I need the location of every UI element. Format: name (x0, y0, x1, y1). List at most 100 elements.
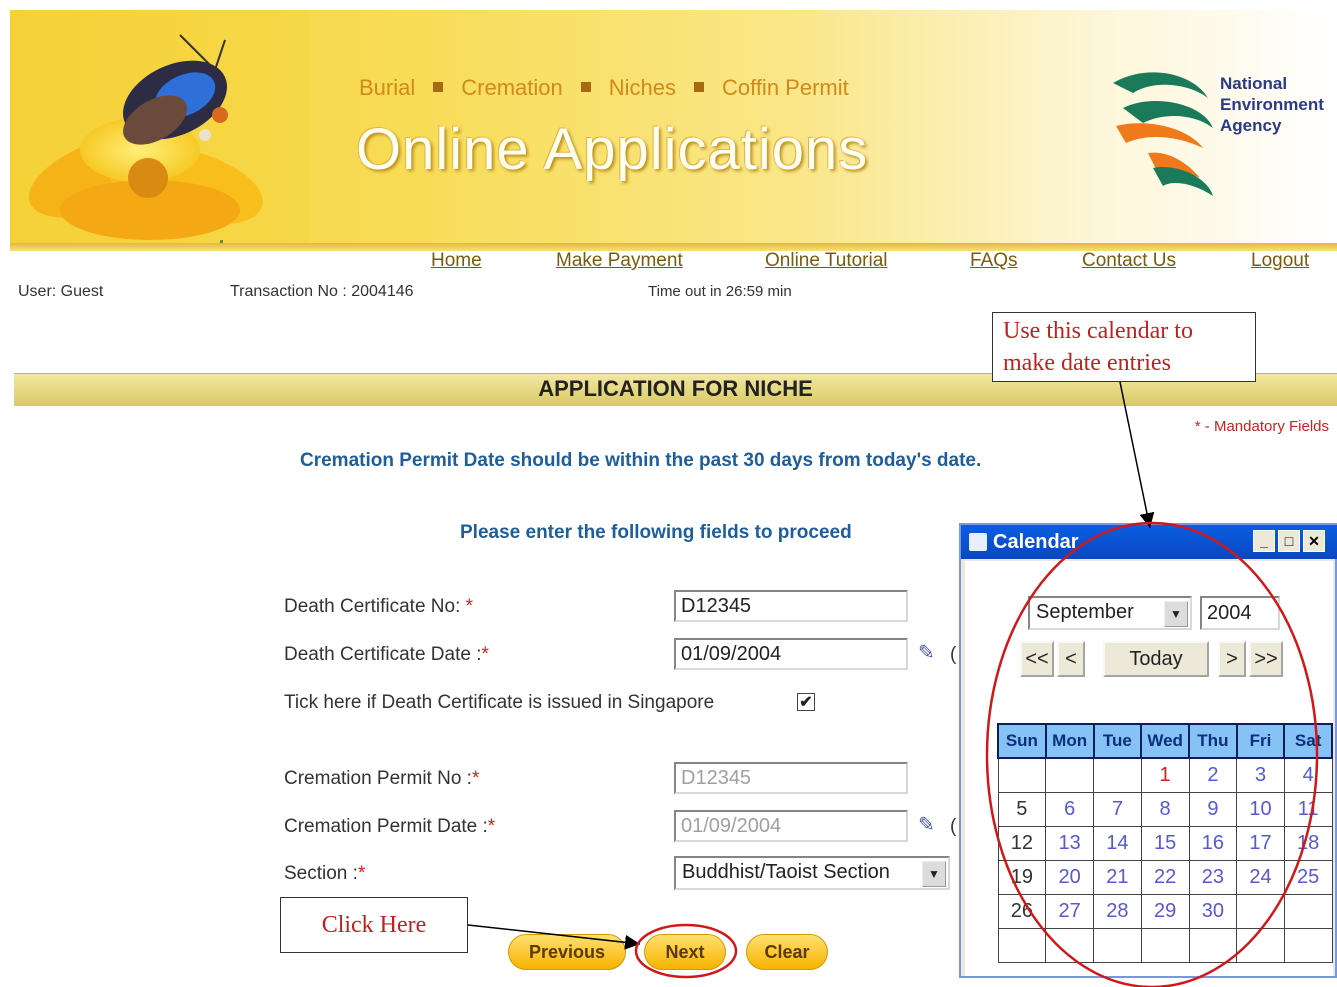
calendar-day[interactable]: 6 (1045, 792, 1095, 827)
label-text: Death Certificate Date : (284, 644, 482, 665)
user-label: User: Guest (18, 283, 104, 300)
paren-text: ( (950, 644, 957, 665)
menu-make-payment-link[interactable]: Make Payment (556, 250, 683, 272)
calendar-titlebar[interactable]: Calendar _ □ ✕ (961, 525, 1337, 559)
nav-coffin-permit: Coffin Permit (721, 75, 849, 100)
nav-burial: Burial (359, 75, 416, 100)
death-cert-no-input[interactable] (674, 590, 908, 622)
dropdown-arrow-icon[interactable]: ▼ (922, 861, 946, 887)
day-header: Mon (1044, 723, 1095, 759)
calendar-day[interactable]: 28 (1093, 894, 1142, 929)
next-button[interactable]: Next (644, 934, 726, 970)
nea-logo-icon (1113, 72, 1213, 196)
death-cert-date-input[interactable] (674, 638, 908, 670)
calendar-week-row: 5 6 7 8 9 10 11 (997, 792, 1333, 827)
calendar-day[interactable]: 24 (1236, 860, 1285, 895)
calendar-day[interactable]: 10 (1236, 792, 1285, 827)
singapore-tick-label: Tick here if Death Certificate is issued… (284, 692, 715, 713)
click-here-annotation: Click Here (280, 897, 468, 953)
calendar-day[interactable]: 14 (1093, 826, 1142, 861)
next-month-button[interactable]: > (1218, 641, 1246, 677)
singapore-checkbox[interactable]: ✔ (797, 693, 815, 711)
calendar-day[interactable]: 22 (1140, 860, 1190, 895)
calendar-week-row: 26 27 28 29 30 (997, 894, 1333, 929)
square-bullet-icon (433, 82, 444, 92)
year-input[interactable] (1200, 596, 1280, 630)
calendar-week-row: 19 20 21 22 23 24 25 (997, 860, 1333, 895)
maximize-icon[interactable]: □ (1278, 530, 1300, 552)
calendar-window-title: Calendar (993, 531, 1079, 553)
calendar-day[interactable]: 1 (1140, 757, 1190, 793)
calendar-empty-cell (1140, 928, 1190, 963)
calendar-empty-cell (1188, 928, 1238, 963)
calendar-day[interactable]: 18 (1283, 826, 1333, 861)
minimize-icon[interactable]: _ (1253, 530, 1275, 552)
clear-button[interactable]: Clear (746, 934, 828, 970)
calendar-day[interactable]: 20 (1045, 860, 1095, 895)
calendar-week-row (997, 928, 1333, 963)
calendar-empty-cell (1283, 894, 1333, 929)
calendar-empty-cell (1236, 894, 1285, 929)
required-mark: * (487, 816, 496, 837)
calendar-day[interactable]: 23 (1188, 860, 1238, 895)
first-year-button[interactable]: << (1020, 641, 1054, 677)
section-select[interactable]: Buddhist/Taoist Section ▼ (674, 856, 950, 890)
menu-contact-us-link[interactable]: Contact Us (1082, 250, 1176, 272)
calendar-picker-icon[interactable]: ✎ (918, 640, 935, 665)
session-timeout: Time out in 26:59 min (648, 283, 792, 300)
cremation-permit-no-label: Cremation Permit No :* (284, 768, 479, 790)
menu-logout-link[interactable]: Logout (1251, 250, 1309, 272)
required-mark: * (481, 644, 489, 665)
calendar-day[interactable]: 17 (1236, 826, 1285, 861)
calendar-empty-cell (1045, 757, 1095, 793)
calendar-day[interactable]: 4 (1283, 757, 1333, 793)
calendar-empty-cell (1236, 928, 1285, 963)
calendar-day[interactable]: 3 (1236, 757, 1285, 793)
label-text: Section : (284, 863, 358, 884)
calendar-day[interactable]: 16 (1188, 826, 1238, 861)
calendar-day[interactable]: 29 (1140, 894, 1190, 929)
cremation-permit-no-input[interactable] (674, 762, 908, 794)
required-mark: * (465, 596, 474, 617)
square-bullet-icon (580, 82, 591, 92)
calendar-day[interactable]: 25 (1283, 860, 1333, 895)
calendar-day[interactable]: 2 (1188, 757, 1238, 793)
calendar-day[interactable]: 9 (1188, 792, 1238, 827)
calendar-day[interactable]: 21 (1093, 860, 1142, 895)
calendar-day[interactable]: 27 (1045, 894, 1095, 929)
day-header: Tue (1092, 723, 1143, 759)
calendar-picker-icon[interactable]: ✎ (918, 812, 935, 837)
calendar-week-row: 1234 (997, 757, 1333, 793)
last-year-button[interactable]: >> (1249, 641, 1283, 677)
menu-online-tutorial-link[interactable]: Online Tutorial (765, 250, 888, 272)
calendar-day[interactable]: 5 (997, 792, 1047, 827)
calendar-day[interactable]: 13 (1045, 826, 1095, 861)
label-text: Death Certificate No: (284, 596, 461, 617)
label-text: Cremation Permit No : (284, 768, 472, 789)
calendar-day[interactable]: 12 (997, 826, 1047, 861)
calendar-day[interactable]: 30 (1188, 894, 1238, 929)
top-category-nav: Burial Cremation Niches Coffin Permit (359, 75, 849, 101)
transaction-number: Transaction No : 2004146 (230, 283, 414, 300)
calendar-day[interactable]: 7 (1093, 792, 1142, 827)
prev-month-button[interactable]: < (1057, 641, 1085, 677)
calendar-day[interactable]: 8 (1140, 792, 1190, 827)
window-app-icon (969, 533, 987, 551)
header-banner: Burial Cremation Niches Coffin Permit Onlin… (10, 10, 1337, 245)
agency-name: National Environment Agency (1220, 73, 1324, 136)
form-prompt: Please enter the following fields to pro… (460, 522, 852, 543)
calendar-day[interactable]: 19 (997, 860, 1047, 895)
today-button[interactable]: Today (1103, 641, 1209, 677)
calendar-day[interactable]: 15 (1140, 826, 1190, 861)
dropdown-arrow-icon[interactable]: ▼ (1164, 601, 1188, 627)
menu-home-link[interactable]: Home (431, 250, 482, 272)
calendar-day[interactable]: 11 (1283, 792, 1333, 827)
close-icon[interactable]: ✕ (1303, 530, 1325, 552)
month-select[interactable]: September ▼ (1028, 596, 1192, 630)
previous-button[interactable]: Previous (508, 934, 626, 970)
cremation-permit-date-input[interactable] (674, 810, 908, 842)
calendar-day[interactable]: 26 (997, 894, 1047, 929)
menu-faqs-link[interactable]: FAQs (970, 250, 1018, 272)
section-selected-value: Buddhist/Taoist Section (682, 861, 890, 883)
calendar-week-row: 12 13 14 15 16 17 18 (997, 826, 1333, 861)
